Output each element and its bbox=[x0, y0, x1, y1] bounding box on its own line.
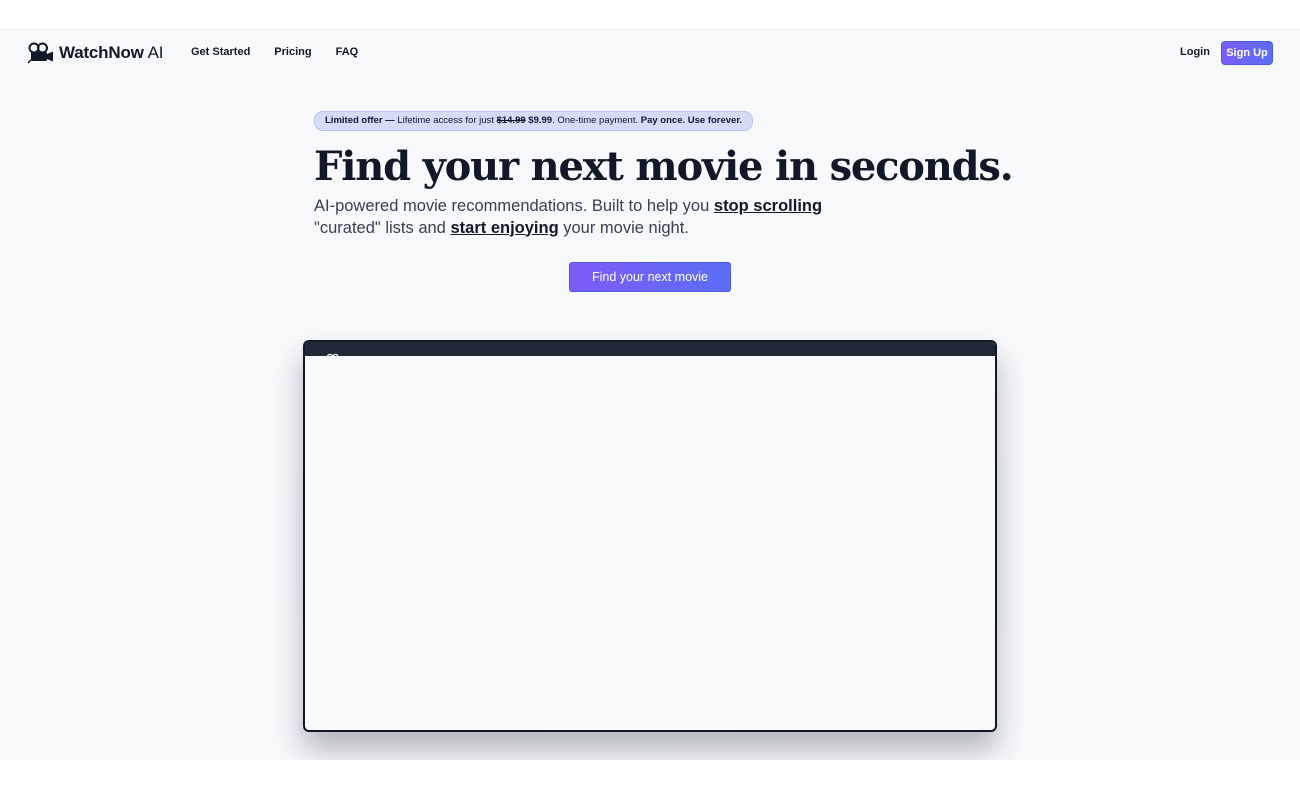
nav-link-get-started[interactable]: Get Started bbox=[191, 46, 250, 58]
film-camera-icon bbox=[326, 348, 339, 366]
offer-new-price: $9.99 bbox=[528, 115, 553, 126]
offer-badge: Limited offer — Lifetime access for just… bbox=[314, 110, 754, 131]
film-camera-icon bbox=[27, 42, 55, 64]
hero-sub-part-2: "curated" lists and bbox=[314, 218, 446, 237]
offer-text-post: . One-time payment. bbox=[552, 115, 639, 126]
brand-name: WatchNow AI bbox=[59, 43, 164, 63]
preview-title-bar bbox=[305, 342, 995, 361]
signup-button[interactable]: Sign Up bbox=[1221, 41, 1273, 65]
nav-links: Get Started Pricing FAQ bbox=[191, 46, 358, 58]
offer-label: Limited offer bbox=[325, 115, 383, 126]
offer-tagline: Pay once. Use forever. bbox=[640, 115, 743, 126]
find-movie-button[interactable]: Find your next movie bbox=[569, 262, 731, 292]
hero-sub-highlight-start-enjoying: start enjoying bbox=[450, 218, 559, 237]
login-link[interactable]: Login bbox=[1180, 46, 1210, 58]
nav-link-faq[interactable]: FAQ bbox=[336, 46, 359, 58]
brand-logo[interactable]: WatchNow AI bbox=[27, 41, 164, 65]
hero-sub-part-3: your movie night. bbox=[563, 218, 689, 237]
top-nav: WatchNow AI Get Started Pricing FAQ Login… bbox=[0, 30, 1300, 76]
offer-text: Lifetime access for just bbox=[397, 115, 494, 126]
hero-title: Find your next movie in seconds. bbox=[314, 142, 1014, 190]
nav-link-pricing[interactable]: Pricing bbox=[274, 46, 311, 58]
brand-suffix: AI bbox=[147, 43, 164, 62]
hero-sub-highlight-stop-scrolling: stop scrolling bbox=[713, 196, 823, 215]
hero: Limited offer — Lifetime access for just… bbox=[314, 110, 1014, 239]
hero-sub-part-1: AI-powered movie recommendations. Built … bbox=[314, 196, 710, 215]
offer-old-price: $14.99 bbox=[496, 115, 526, 126]
hero-subtitle: AI-powered movie recommendations. Built … bbox=[314, 195, 854, 239]
brand-name-text: WatchNow bbox=[59, 43, 144, 62]
app-preview-window bbox=[303, 340, 997, 732]
page: WatchNow AI Get Started Pricing FAQ Login… bbox=[0, 29, 1300, 760]
offer-dash: — bbox=[385, 115, 395, 126]
